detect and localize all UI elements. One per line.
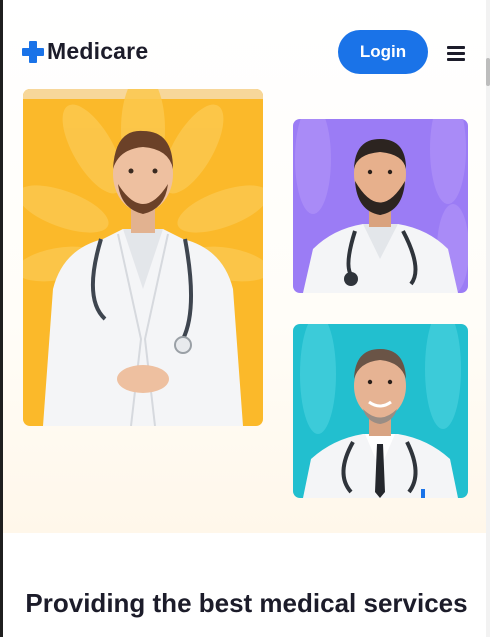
doctor-photo-2	[293, 119, 468, 293]
hamburger-menu-icon[interactable]	[447, 46, 465, 61]
doctor-photo-1	[23, 89, 263, 426]
doctor-illustration-1	[23, 89, 263, 426]
doctor-illustration-3	[300, 324, 461, 498]
scrollbar[interactable]	[486, 0, 490, 637]
logo-text: Medicare	[47, 38, 149, 64]
medical-cross-icon	[22, 40, 44, 63]
section-heading: Providing the best medical services	[25, 588, 468, 619]
login-button[interactable]: Login	[338, 30, 428, 74]
logo[interactable]: Medicare	[22, 38, 148, 65]
scrollbar-thumb[interactable]	[486, 58, 490, 86]
page: Medicare Login Providing the best medica…	[3, 0, 490, 637]
hero-section: Medicare Login	[3, 0, 490, 533]
doctor-illustration-2	[295, 119, 468, 293]
doctor-photo-3	[293, 324, 468, 498]
